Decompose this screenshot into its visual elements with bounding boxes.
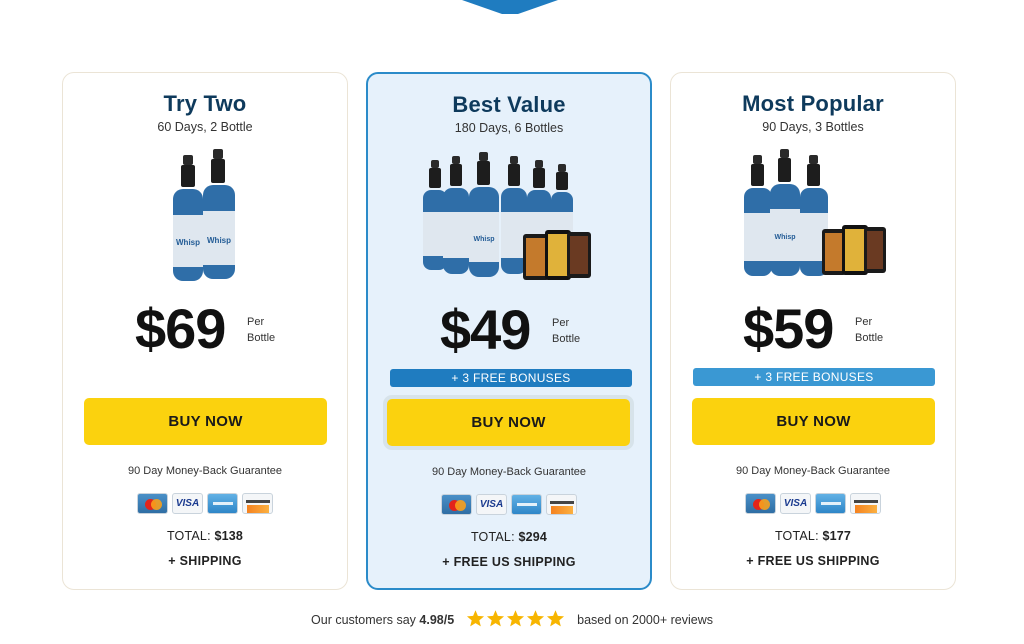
buy-now-button[interactable]: BUY NOW — [387, 399, 630, 446]
total-value: $177 — [822, 529, 852, 543]
mastercard-icon — [745, 493, 776, 514]
price-row: $49 Per Bottle — [368, 300, 650, 360]
per-label: Per — [855, 316, 873, 328]
star-rating — [466, 609, 566, 631]
buy-now-button[interactable]: BUY NOW — [84, 398, 327, 445]
payment-icons: VISA — [63, 493, 347, 515]
offer-title: Most Popular — [742, 91, 884, 116]
price: $49 — [440, 298, 531, 361]
offer-card-best-value: Best Value 180 Days, 6 Bottles Whisp $49… — [366, 72, 652, 590]
bottle: Whisp — [203, 149, 235, 279]
bottle-label: Bottle — [855, 332, 884, 344]
bottle — [744, 155, 772, 276]
bonus-phones-image — [822, 225, 886, 275]
bottle-label: Bottle — [552, 333, 581, 345]
reviews-prefix: Our customers say — [311, 613, 416, 627]
shipping-text: + FREE US SHIPPING — [746, 554, 880, 568]
svg-text:Whisp: Whisp — [176, 238, 200, 247]
total: TOTAL: $177 — [671, 529, 955, 543]
per-bottle-label: Per Bottle — [855, 314, 883, 346]
shipping-text: + SHIPPING — [168, 554, 242, 568]
price: $69 — [135, 297, 226, 360]
star-icon — [547, 610, 565, 627]
bottle: Whisp — [770, 149, 800, 276]
discover-icon — [242, 493, 273, 514]
discover-icon — [546, 494, 577, 515]
total: TOTAL: $138 — [63, 529, 347, 543]
per-label: Per — [247, 316, 265, 328]
bottle: Whisp — [173, 155, 203, 281]
offer-subtitle: 90 Days, 3 Bottles — [762, 120, 864, 134]
star-icon — [527, 610, 545, 627]
reviews-suffix: based on 2000+ reviews — [577, 613, 713, 627]
offer-title: Try Two — [163, 91, 247, 116]
guarantee-text: 90 Day Money-Back Guarantee — [735, 465, 891, 477]
star-icon — [487, 610, 505, 627]
payment-icons: VISA — [368, 494, 650, 516]
bottle: Whisp — [469, 152, 499, 277]
mastercard-icon — [441, 494, 472, 515]
total-value: $138 — [214, 529, 244, 543]
bonus-badge: + 3 FREE BONUSES — [693, 368, 935, 386]
visa-icon: VISA — [780, 493, 811, 514]
product-image-6-bottles-bonuses: Whisp — [368, 148, 650, 286]
per-bottle-label: Per Bottle — [552, 315, 580, 347]
total-value: $294 — [518, 530, 548, 544]
star-icon — [467, 610, 485, 627]
payment-icons: VISA — [671, 493, 955, 515]
price-row: $69 Per Bottle — [63, 299, 347, 359]
svg-text:Whisp: Whisp — [207, 236, 231, 245]
svg-text:Whisp: Whisp — [775, 234, 796, 241]
offer-card-try-two: Try Two 60 Days, 2 Bottle Whisp Whisp $6… — [62, 72, 348, 590]
discover-icon — [850, 493, 881, 514]
visa-icon: VISA — [172, 493, 203, 514]
bonus-phones-image — [523, 230, 591, 280]
guarantee-text: 90 Day Money-Back Guarantee — [127, 465, 283, 477]
product-image-2-bottles: Whisp Whisp — [63, 147, 347, 285]
amex-icon — [207, 493, 238, 514]
shipping-text: + FREE US SHIPPING — [442, 555, 576, 569]
mastercard-icon — [137, 493, 168, 514]
down-arrow-icon — [462, 0, 558, 14]
guarantee-text: 90 Day Money-Back Guarantee — [431, 466, 587, 478]
per-bottle-label: Per Bottle — [247, 314, 275, 346]
amex-icon — [815, 493, 846, 514]
svg-text:Whisp: Whisp — [474, 236, 495, 243]
per-label: Per — [552, 317, 570, 329]
offer-subtitle: 180 Days, 6 Bottles — [454, 121, 564, 135]
bottle-label: Bottle — [247, 332, 276, 344]
bonus-badge: + 3 FREE BONUSES — [390, 369, 632, 387]
total-label: TOTAL: — [774, 529, 819, 543]
offer-subtitle: 60 Days, 2 Bottle — [157, 120, 253, 134]
total-label: TOTAL: — [470, 530, 515, 544]
buy-now-button[interactable]: BUY NOW — [692, 398, 935, 445]
amex-icon — [511, 494, 542, 515]
offer-title: Best Value — [452, 92, 566, 117]
star-icon — [507, 610, 525, 627]
visa-icon: VISA — [476, 494, 507, 515]
offer-card-most-popular: Most Popular 90 Days, 3 Bottles Whisp $5… — [670, 72, 956, 590]
price-row: $59 Per Bottle — [671, 299, 955, 359]
price: $59 — [743, 297, 834, 360]
reviews-rating: 4.98/5 — [419, 613, 455, 627]
product-image-3-bottles-bonuses: Whisp — [671, 147, 955, 285]
total: TOTAL: $294 — [368, 530, 650, 544]
reviews-summary: Our customers say 4.98/5 based on 2000+ … — [0, 609, 1024, 631]
bottle — [443, 156, 469, 274]
total-label: TOTAL: — [166, 529, 211, 543]
